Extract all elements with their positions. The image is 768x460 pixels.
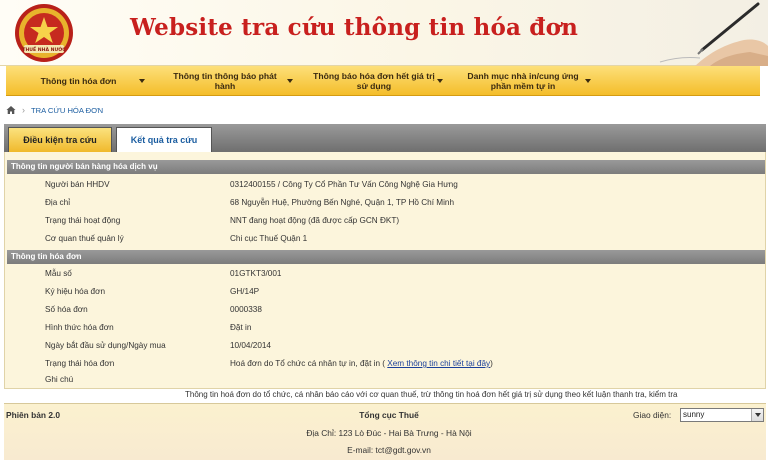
field-label: Cơ quan thuế quản lý (45, 234, 124, 243)
field-value: 68 Nguyễn Huệ, Phường Bến Nghé, Quận 1, … (230, 198, 455, 207)
tax-emblem-logo[interactable]: THUẾ NHÀ NƯỚC (14, 3, 74, 63)
breadcrumb: › TRA CỨU HÓA ĐƠN (6, 103, 760, 117)
nav-item-expired-invoice-notice[interactable]: Thông báo hóa đơn hết giá trị sử dụng (299, 66, 449, 96)
field-label: Ký hiệu hóa đơn (45, 287, 105, 296)
field-value: GH/14P (230, 287, 260, 296)
breadcrumb-current[interactable]: TRA CỨU HÓA ĐƠN (31, 106, 103, 115)
theme-selected-value: sunny (683, 410, 705, 419)
nav-item-printer-list[interactable]: Danh mục nhà in/cung ứng phần mềm tự in (449, 66, 597, 96)
caret-down-icon (139, 79, 145, 83)
main-nav: Thông tin hóa đơn Thông tin thông báo ph… (6, 66, 760, 96)
organization-address: Địa Chỉ: 123 Lò Đúc - Hai Bà Trưng - Hà … (306, 428, 472, 438)
field-value: NNT đang hoạt động (đã được cấp GCN ĐKT) (230, 216, 400, 225)
field-value: 10/04/2014 (230, 341, 271, 350)
nav-item-label: Thông tin hóa đơn (40, 76, 117, 86)
caret-down-icon (585, 79, 591, 83)
note-row: Ghi chú (5, 371, 765, 389)
disclaimer-notice: Thông tin hoá đơn do tổ chức, cá nhân bá… (0, 390, 768, 402)
nav-item-invoice-info[interactable]: Thông tin hóa đơn (6, 66, 151, 96)
invoice-number-row: Số hóa đơn 0000338 (5, 301, 765, 319)
nav-item-issuance-notice[interactable]: Thông tin thông báo phát hành (151, 66, 299, 96)
pen-in-hand-illustration (659, 2, 768, 66)
field-value: 0312400155 / Công Ty Cổ Phần Tư Vấn Công… (230, 180, 458, 189)
theme-label: Giao diện: (633, 410, 672, 420)
field-label: Số hóa đơn (45, 305, 88, 314)
invoice-symbol-row: Ký hiệu hóa đơn GH/14P (5, 283, 765, 301)
view-details-link[interactable]: Xem thông tin chi tiết tại đây (387, 359, 490, 368)
form-number-row: Mẫu số 01GTKT3/001 (5, 265, 765, 283)
field-label: Địa chỉ (45, 198, 71, 207)
field-value: 0000338 (230, 305, 262, 314)
seller-row: Người bán HHDV 0312400155 / Công Ty Cổ P… (5, 176, 765, 194)
start-date-row: Ngày bắt đầu sử dụng/Ngày mua 10/04/2014 (5, 337, 765, 355)
field-label: Trạng thái hoạt động (45, 216, 121, 225)
home-icon[interactable] (6, 105, 16, 115)
caret-down-icon (437, 79, 443, 83)
header-banner: THUẾ NHÀ NƯỚC Website tra cứu thông tin … (0, 0, 768, 66)
invoice-section-title: Thông tin hóa đơn (7, 250, 765, 264)
address-row: Địa chỉ 68 Nguyễn Huệ, Phường Bến Nghé, … (5, 194, 765, 212)
breadcrumb-separator: › (22, 105, 25, 115)
field-label: Người bán HHDV (45, 180, 110, 189)
nav-item-label: Danh mục nhà in/cung ứng phần mềm tự in (467, 71, 579, 91)
caret-down-icon (287, 79, 293, 83)
field-label: Hình thức hóa đơn (45, 323, 114, 332)
nav-item-label: Thông tin thông báo phát hành (173, 71, 277, 91)
organization-email: E-mail: tct@gdt.gov.vn (347, 445, 431, 455)
field-label: Ngày bắt đầu sử dụng/Ngày mua (45, 341, 166, 350)
tax-office-row: Cơ quan thuế quản lý Chi cục Thuế Quận 1 (5, 230, 765, 248)
theme-select[interactable]: sunny (680, 408, 764, 422)
footer: Phiên bản 2.0 Tổng cục Thuế Địa Chỉ: 123… (4, 403, 766, 460)
operating-status-row: Trạng thái hoạt động NNT đang hoạt động … (5, 212, 765, 230)
organization-name: Tổng cục Thuế (359, 410, 419, 420)
version-label: Phiên bản 2.0 (6, 410, 60, 420)
page: THUẾ NHÀ NƯỚC Website tra cứu thông tin … (0, 0, 768, 460)
tab-search-results[interactable]: Kết quả tra cứu (116, 127, 212, 152)
field-label: Ghi chú (45, 375, 74, 384)
invoice-form-row: Hình thức hóa đơn Đặt in (5, 319, 765, 337)
results-panel: Thông tin người bán hàng hóa dịch vụ Ngư… (4, 152, 766, 389)
site-title: Website tra cứu thông tin hóa đơn (130, 14, 579, 41)
seller-section-title: Thông tin người bán hàng hóa dịch vụ (7, 160, 765, 174)
field-label: Mẫu số (45, 269, 72, 278)
nav-item-label: Thông báo hóa đơn hết giá trị sử dụng (313, 71, 435, 91)
tab-bar: Điều kiện tra cứu Kết quả tra cứu (4, 124, 766, 152)
field-value: 01GTKT3/001 (230, 269, 282, 278)
nav-filler (597, 66, 760, 96)
field-value: Đặt in (230, 323, 252, 332)
field-value: Chi cục Thuế Quận 1 (230, 234, 308, 243)
chevron-down-icon[interactable] (751, 409, 763, 421)
status-text: Hoá đơn do Tổ chức cá nhân tự in, đặt in… (230, 359, 385, 368)
status-suffix: ) (490, 359, 493, 368)
disclaimer-text: Thông tin hoá đơn do tổ chức, cá nhân bá… (185, 390, 678, 399)
tab-search-conditions[interactable]: Điều kiện tra cứu (8, 127, 112, 152)
